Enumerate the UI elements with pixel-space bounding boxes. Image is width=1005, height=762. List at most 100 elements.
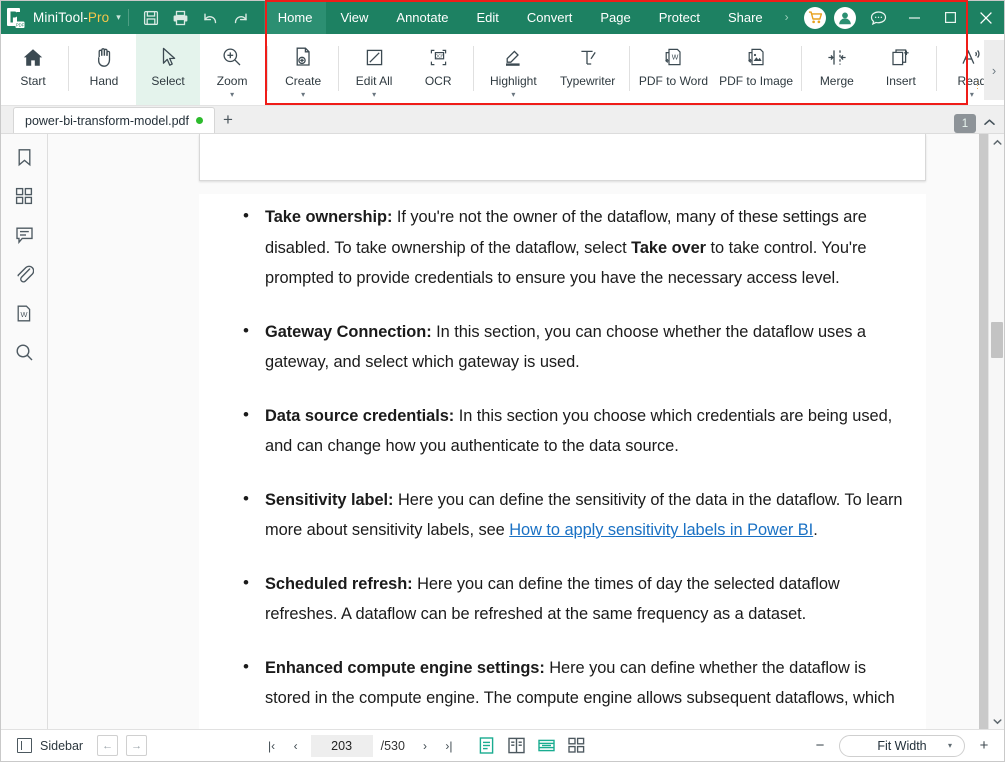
last-page-button[interactable]: ›|: [438, 734, 460, 758]
pdf-to-image-icon: [745, 43, 768, 71]
new-tab-button[interactable]: +: [215, 107, 241, 133]
zoom-in-button[interactable]: +: [974, 735, 994, 757]
redo-icon[interactable]: [226, 1, 256, 34]
svg-text:W: W: [21, 310, 28, 319]
scroll-down-arrow-icon[interactable]: [989, 713, 1005, 729]
svg-text:W: W: [672, 55, 679, 62]
zoom-out-button[interactable]: −: [810, 735, 830, 757]
feedback-icon[interactable]: [860, 1, 896, 34]
ribbon-label-pdf-to-image: PDF to Image: [719, 74, 794, 88]
next-page-button[interactable]: ›: [414, 734, 436, 758]
continuous-scroll-icon[interactable]: [536, 735, 557, 756]
cursor-icon: [158, 43, 178, 71]
brand-accent: Pro: [87, 10, 110, 25]
collapse-ribbon-chevron-icon[interactable]: [980, 118, 998, 130]
ribbon-button-pdf-to-image[interactable]: PDF to Image: [714, 34, 798, 105]
ribbon-label-ocr: OCR: [424, 74, 452, 88]
chevron-down-icon[interactable]: ▾: [511, 91, 515, 99]
close-button[interactable]: [968, 1, 1004, 34]
grid-view-icon[interactable]: [566, 735, 587, 756]
menu-item-page[interactable]: Page: [586, 1, 644, 34]
ribbon-button-zoom[interactable]: Zoom ▾: [200, 34, 264, 105]
ribbon-overflow-dots-icon: ⋮: [973, 80, 982, 90]
previous-page-button[interactable]: ‹: [285, 734, 307, 758]
ribbon-expand-button[interactable]: ›: [984, 40, 1004, 100]
chevron-down-icon[interactable]: ▾: [230, 91, 234, 99]
sensitivity-labels-link[interactable]: How to apply sensitivity labels in Power…: [509, 521, 813, 539]
save-icon[interactable]: [136, 1, 166, 34]
scroll-up-arrow-icon[interactable]: [989, 134, 1005, 150]
scrollbar-thumb[interactable]: [991, 322, 1003, 358]
sidebar-toggle[interactable]: Sidebar: [11, 738, 89, 753]
menu-item-share[interactable]: Share: [714, 1, 777, 34]
minimize-button[interactable]: [896, 1, 932, 34]
page-scroll-track-inner[interactable]: [979, 134, 988, 729]
history-back-button[interactable]: ←: [97, 735, 119, 756]
ribbon-button-hand[interactable]: Hand: [72, 34, 136, 105]
svg-text:PDF: PDF: [16, 22, 25, 27]
attachment-icon[interactable]: [9, 261, 39, 287]
maximize-button[interactable]: [932, 1, 968, 34]
search-icon[interactable]: [9, 339, 39, 365]
ribbon-label-zoom: Zoom: [216, 74, 248, 88]
ribbon-label-merge: Merge: [819, 74, 854, 88]
account-icon[interactable]: [834, 6, 856, 29]
ribbon-button-insert[interactable]: Insert: [869, 34, 933, 105]
ribbon-label-start: Start: [20, 74, 46, 88]
ribbon-button-ocr[interactable]: OCR OCR: [406, 34, 470, 105]
insert-page-icon: [890, 43, 912, 71]
undo-icon[interactable]: [196, 1, 226, 34]
thumbnails-icon[interactable]: [9, 183, 39, 209]
chevron-down-icon[interactable]: ▾: [970, 91, 974, 99]
ribbon-button-select[interactable]: Select: [136, 34, 201, 105]
menu-item-protect[interactable]: Protect: [645, 1, 714, 34]
ribbon-divider: [628, 46, 630, 91]
document-tab-bar: power-bi-transform-model.pdf + 1: [1, 106, 1004, 134]
page-number-input[interactable]: 203: [310, 734, 373, 757]
two-page-view-icon[interactable]: [506, 735, 527, 756]
sidebar-panel-icon: [17, 738, 32, 753]
home-icon: [22, 43, 44, 71]
first-page-button[interactable]: |‹: [261, 734, 283, 758]
word-icon[interactable]: W: [9, 300, 39, 326]
document-tab[interactable]: power-bi-transform-model.pdf: [13, 107, 215, 133]
menu-item-view[interactable]: View: [326, 1, 382, 34]
menu-overflow-chevron-icon[interactable]: ›: [777, 1, 797, 34]
ribbon-button-merge[interactable]: Merge: [805, 34, 869, 105]
pdf-viewer[interactable]: Take ownership: If you're not the owner …: [48, 134, 979, 729]
comment-icon[interactable]: [9, 222, 39, 248]
menu-item-edit[interactable]: Edit: [462, 1, 512, 34]
chevron-down-icon: ▾: [947, 741, 952, 750]
print-icon[interactable]: [166, 1, 196, 34]
ribbon-button-start[interactable]: Start: [1, 34, 65, 105]
viewer-scrollbar[interactable]: [988, 134, 1004, 729]
chevron-down-icon[interactable]: ▾: [372, 91, 376, 99]
cart-icon[interactable]: [804, 6, 826, 29]
bullet-lead-2: Gateway Connection:: [265, 322, 432, 341]
hand-icon: [94, 43, 115, 71]
ribbon-button-pdf-to-word[interactable]: W PDF to Word: [633, 34, 715, 105]
brand-dropdown-caret[interactable]: ▾: [116, 12, 121, 23]
single-page-view-icon[interactable]: [476, 735, 497, 756]
menu-item-convert[interactable]: Convert: [513, 1, 587, 34]
list-item: Scheduled refresh: Here you can define t…: [221, 568, 904, 630]
ribbon-label-typewriter: Typewriter: [559, 74, 616, 88]
chevron-down-icon[interactable]: ▾: [301, 91, 305, 99]
ribbon-label-edit-all: Edit All: [355, 74, 393, 88]
ribbon-label-hand: Hand: [89, 74, 119, 88]
ribbon-button-typewriter[interactable]: Typewriter: [550, 34, 626, 105]
ribbon-toolbar: Start Hand Select Zoom ▾ Create ▾ Edit A…: [1, 34, 1004, 106]
ribbon-button-edit-all[interactable]: Edit All ▾: [342, 34, 406, 105]
status-bar: Sidebar ← → |‹ ‹ 203 /530 › ›| − Fit Wid…: [1, 729, 1004, 761]
titlebar-right-controls: [800, 1, 1004, 34]
bookmark-icon[interactable]: [9, 144, 39, 170]
app-logo: PDF: [1, 1, 31, 34]
history-forward-button[interactable]: →: [126, 735, 148, 756]
ribbon-button-create[interactable]: Create ▾: [271, 34, 335, 105]
menu-item-annotate[interactable]: Annotate: [382, 1, 462, 34]
ribbon-button-highlight[interactable]: Highlight ▾: [477, 34, 549, 105]
left-sidebar-rail: W: [1, 134, 48, 729]
list-item: Enhanced compute engine settings: Here y…: [221, 653, 904, 717]
zoom-level-select[interactable]: Fit Width ▾: [838, 734, 965, 757]
menu-item-home[interactable]: Home: [263, 1, 327, 34]
